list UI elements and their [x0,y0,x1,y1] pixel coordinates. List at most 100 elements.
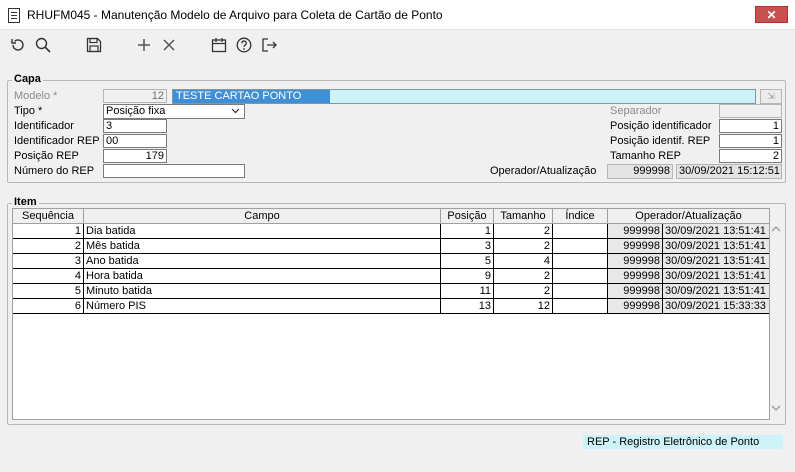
cell-tamanho[interactable]: 2 [494,269,553,284]
numero-rep-label: Número do REP [14,165,95,177]
add-icon[interactable] [133,34,155,56]
cell-atualizacao: 30/09/2021 13:51:41 [663,239,769,254]
col-header-campo[interactable]: Campo [84,209,441,224]
posicao-rep-field[interactable]: 179 [103,149,167,163]
operador-field: 999998 [607,164,673,179]
cell-posicao[interactable]: 9 [441,269,494,284]
exit-icon[interactable] [258,34,280,56]
lookup-button[interactable]: ⇲ [760,89,782,104]
cell-atualizacao: 30/09/2021 13:51:41 [663,269,769,284]
table-row[interactable]: 4 Hora batida 9 2 999998 30/09/2021 13:51:41 [13,269,769,284]
modelo-description-text: TESTE CARTAO PONTO [173,90,330,103]
close-button[interactable]: ✕ [755,6,788,23]
cell-indice[interactable] [553,254,608,269]
separador-label: Separador [610,105,662,117]
refresh-icon[interactable] [7,34,29,56]
cell-posicao[interactable]: 1 [441,224,494,239]
chevron-down-icon [231,105,240,118]
tipo-selected-value: Posição fixa [106,105,166,117]
item-title: Item [12,196,39,208]
identificador-label: Identificador [14,120,74,132]
posicao-rep-label: Posição REP [14,150,79,162]
cell-atualizacao: 30/09/2021 15:33:33 [663,299,769,314]
cell-posicao[interactable]: 13 [441,299,494,314]
col-header-operador[interactable]: Operador/Atualização [608,209,769,224]
identificador-rep-label: Identificador REP [14,135,100,147]
tamanho-rep-field[interactable]: 2 [719,149,782,163]
posicao-identificador-field[interactable]: 1 [719,119,782,133]
cell-operador: 999998 [608,254,663,269]
cell-posicao[interactable]: 5 [441,254,494,269]
operador-label: Operador/Atualização [490,165,597,177]
tipo-label: Tipo * [14,105,43,117]
cell-indice[interactable] [553,284,608,299]
document-icon [8,8,20,23]
col-header-indice[interactable]: Índice [553,209,608,224]
cell-indice[interactable] [553,269,608,284]
cell-atualizacao: 30/09/2021 13:51:41 [663,254,769,269]
cell-campo[interactable]: Dia batida [84,224,441,239]
title-bar: RHUFM045 - Manutenção Modelo de Arquivo … [0,0,795,30]
cell-campo[interactable]: Hora batida [84,269,441,284]
cell-operador: 999998 [608,299,663,314]
cell-campo[interactable]: Número PIS [84,299,441,314]
cell-tamanho[interactable]: 12 [494,299,553,314]
numero-rep-field[interactable] [103,164,245,178]
cell-indice[interactable] [553,239,608,254]
vertical-scrollbar[interactable] [768,222,785,417]
window-title: RHUFM045 - Manutenção Modelo de Arquivo … [27,8,443,22]
posicao-identificador-label: Posição identificador [610,120,712,132]
calendar-icon[interactable] [208,34,230,56]
cell-sequencia[interactable]: 5 [13,284,84,299]
cell-campo[interactable]: Ano batida [84,254,441,269]
cell-sequencia[interactable]: 1 [13,224,84,239]
table-row[interactable]: 6 Número PIS 13 12 999998 30/09/2021 15:33:33 [13,299,769,314]
col-header-tamanho[interactable]: Tamanho [494,209,553,224]
scroll-up-icon[interactable] [770,224,782,237]
cell-operador: 999998 [608,284,663,299]
table-row[interactable]: 3 Ano batida 5 4 999998 30/09/2021 13:51:41 [13,254,769,269]
delete-icon[interactable] [158,34,180,56]
identificador-field[interactable]: 3 [103,119,167,133]
search-icon[interactable] [32,34,54,56]
cell-operador: 999998 [608,224,663,239]
cell-operador: 999998 [608,239,663,254]
cell-indice[interactable] [553,224,608,239]
modelo-description-field[interactable]: TESTE CARTAO PONTO [172,89,756,104]
tipo-select[interactable]: Posição fixa [103,104,245,119]
modelo-label: Modelo * [14,90,58,102]
cell-sequencia[interactable]: 4 [13,269,84,284]
cell-posicao[interactable]: 11 [441,284,494,299]
table-row[interactable]: 5 Minuto batida 11 2 999998 30/09/2021 13:51:… [13,284,769,299]
cell-sequencia[interactable]: 2 [13,239,84,254]
posicao-identif-rep-field[interactable]: 1 [719,134,782,148]
cell-tamanho[interactable]: 2 [494,239,553,254]
cell-atualizacao: 30/09/2021 13:51:41 [663,284,769,299]
tamanho-rep-label: Tamanho REP [610,150,681,162]
cell-campo[interactable]: Minuto batida [84,284,441,299]
cell-sequencia[interactable]: 3 [13,254,84,269]
cell-tamanho[interactable]: 2 [494,224,553,239]
save-icon[interactable] [83,34,105,56]
cell-sequencia[interactable]: 6 [13,299,84,314]
col-header-posicao[interactable]: Posição [441,209,494,224]
col-header-sequencia[interactable]: Sequência [13,209,84,224]
capa-title: Capa [12,73,43,85]
table-row[interactable]: 2 Mês batida 3 2 999998 30/09/2021 13:51:41 [13,239,769,254]
cell-tamanho[interactable]: 2 [494,284,553,299]
status-hint: REP - Registro Eletrônico de Ponto [583,435,783,449]
atualizacao-field: 30/09/2021 15:12:51 [676,164,782,179]
cell-operador: 999998 [608,269,663,284]
scroll-down-icon[interactable] [770,403,782,416]
item-grid: Sequência Campo Posição Tamanho Índice O… [12,208,770,420]
cell-tamanho[interactable]: 4 [494,254,553,269]
separador-field[interactable] [719,104,782,118]
cell-campo[interactable]: Mês batida [84,239,441,254]
cell-atualizacao: 30/09/2021 13:51:41 [663,224,769,239]
modelo-code-field[interactable]: 12 [103,89,167,103]
table-row[interactable]: 1 Dia batida 1 2 999998 30/09/2021 13:51:41 [13,224,769,239]
identificador-rep-field[interactable]: 00 [103,134,167,148]
cell-indice[interactable] [553,299,608,314]
cell-posicao[interactable]: 3 [441,239,494,254]
help-icon[interactable] [233,34,255,56]
